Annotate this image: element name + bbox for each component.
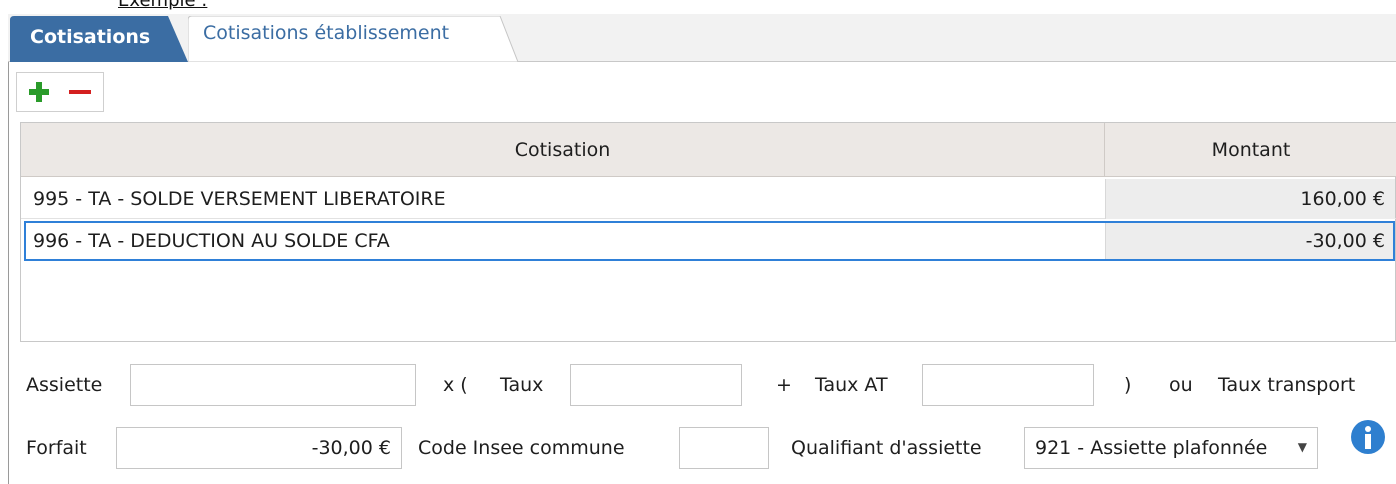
panel-border [8,62,9,484]
table-row[interactable]: 995 - TA - SOLDE VERSEMENT LIBERATOIRE 1… [21,179,1396,219]
info-icon-bar [1365,434,1371,449]
qualifiant-value: 921 - Assiette plafonnée [1035,437,1268,459]
grid-toolbar [16,72,104,112]
table-row-selected[interactable]: 996 - TA - DEDUCTION AU SOLDE CFA -30,00… [21,221,1396,261]
plus-sign: + [776,374,792,396]
cell-montant[interactable]: -30,00 € [1105,221,1395,261]
remove-row-button[interactable] [61,75,101,111]
assiette-label: Assiette [26,374,103,396]
tab-cotisations[interactable]: Cotisations [10,16,188,62]
tab-cotisations-label: Cotisations [30,26,151,48]
column-header-montant[interactable]: Montant [1105,123,1396,177]
grid-header: Cotisation Montant [21,123,1396,177]
assiette-field[interactable] [130,364,416,406]
taux-label: Taux [500,374,544,396]
ou-label: ou [1169,374,1193,396]
taux-transport-label: Taux transport [1218,374,1356,396]
add-row-button[interactable] [20,75,60,111]
plus-icon [36,82,42,102]
forfait-label: Forfait [26,437,87,459]
page-heading-fragment: Exemple : [118,0,208,11]
column-header-cotisation[interactable]: Cotisation [21,123,1105,177]
taux-at-field[interactable] [922,364,1094,406]
cell-cotisation[interactable]: 996 - TA - DEDUCTION AU SOLDE CFA [21,221,1105,261]
cell-montant[interactable]: 160,00 € [1105,179,1395,219]
taux-at-label: Taux AT [815,374,888,396]
info-icon[interactable] [1351,420,1385,454]
taux-field[interactable] [570,364,742,406]
cell-cotisation[interactable]: 995 - TA - SOLDE VERSEMENT LIBERATOIRE [21,179,1105,219]
close-paren: ) [1124,374,1132,396]
cotisations-grid: Cotisation Montant 995 - TA - SOLDE VERS… [20,122,1396,342]
qualifiant-label: Qualifiant d'assiette [791,437,982,459]
tab-cotisations-etablissement[interactable]: Cotisations établissement [188,16,520,62]
multiply-open-paren: x ( [443,374,468,396]
code-insee-label: Code Insee commune [418,437,625,459]
tab-cotisations-etablissement-label: Cotisations établissement [203,22,450,44]
forfait-field[interactable] [116,427,402,469]
info-icon-dot [1365,426,1371,432]
chevron-down-icon[interactable]: ▼ [1298,440,1307,454]
code-insee-field[interactable] [679,427,769,469]
qualifiant-select[interactable]: 921 - Assiette plafonnée ▼ [1024,427,1318,469]
minus-icon [69,90,91,94]
